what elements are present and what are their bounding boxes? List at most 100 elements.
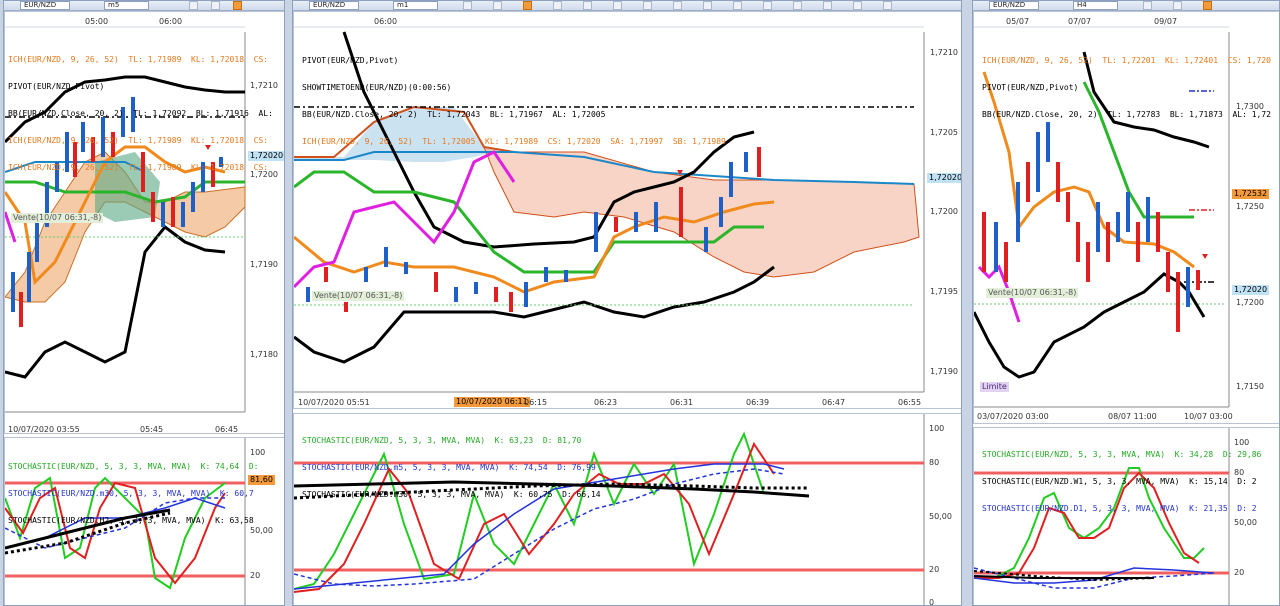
- legend-line: ICH(EUR/NZD, 9, 26, 52) TL: 1,71989 KL: …: [8, 55, 269, 64]
- stoch-axis-label: 100: [1234, 438, 1250, 447]
- stoch-axis-label: 50,00: [250, 526, 273, 535]
- indicator-legend: ICH(EUR/NZD, 9, 26, 52) TL: 1,72201 KL: …: [982, 38, 1271, 137]
- price-badge: 1,72532: [1232, 189, 1270, 199]
- stoch-axis-label: 80: [1234, 468, 1245, 477]
- stoch-axis-label: 100: [929, 424, 945, 433]
- order-tag[interactable]: Vente(10/07 06:31,-8): [312, 291, 405, 301]
- stoch-axis-label: 0: [929, 598, 935, 606]
- symbol-select[interactable]: EUR/NZD: [309, 1, 359, 10]
- legend-line: ICH(EUR/NZD, 9, 26, 52) TL: 1,72201 KL: …: [982, 56, 1271, 65]
- indicator-legend: PIVOT(EUR/NZD,Pivot) SHOWTIMETOEND(EUR/N…: [302, 38, 726, 164]
- price-panel[interactable]: 05/07 07/07 09/07 ICH(EUR/NZD, 9, 26, 52…: [973, 11, 1279, 424]
- toolbar-button[interactable]: [1173, 1, 1182, 10]
- legend-line: SHOWTIMETOEND(EUR/NZD)(0:00:56): [302, 83, 452, 92]
- stoch-legend: STOCHASTIC(EUR/NZD, 5, 3, 3, MVA, MVA) K…: [982, 432, 1261, 531]
- legend-line: STOCHASTIC(EUR/NZD.W1, 5, 3, 3, MVA, MVA…: [982, 477, 1257, 486]
- chart-window-middle: EUR/NZD m1 06:00 PIVOT(EUR/NZD,Pivot) SH…: [292, 0, 962, 606]
- price-axis-label: 1,7205: [930, 128, 958, 137]
- time-axis-label: 06:15: [524, 398, 548, 407]
- legend-line: STOCHASTIC(EUR/NZD, 5, 3, 3, MVA, MVA) K…: [302, 436, 582, 445]
- toolbar-button[interactable]: [823, 1, 832, 10]
- price-axis-label: 1,7190: [930, 367, 958, 376]
- stoch-value-badge: 81,60: [248, 475, 275, 485]
- legend-line: PIVOT(EUR/NZD,Pivot): [8, 82, 105, 91]
- price-panel[interactable]: 06:00 PIVOT(EUR/NZD,Pivot) SHOWTIMETOEND…: [293, 11, 961, 409]
- time-axis-label: 10/07 03:00: [1184, 412, 1233, 421]
- toolbar-button[interactable]: [703, 1, 712, 10]
- time-axis-label: 08/07 11:00: [1108, 412, 1157, 421]
- indicator-legend: ICH(EUR/NZD, 9, 26, 52) TL: 1,71989 KL: …: [8, 37, 273, 190]
- toolbar-button[interactable]: [643, 1, 652, 10]
- candle-mode-button[interactable]: [1203, 1, 1212, 10]
- toolbar-button[interactable]: [793, 1, 802, 10]
- chart-window-left: EUR/NZD m5 05:00 06:00 ICH(EUR/NZD, 9, 2…: [3, 0, 285, 606]
- legend-line: ICH(EUR/NZD, 9, 26, 52) TL: 1,71989 KL: …: [8, 163, 269, 172]
- time-axis-label: 10/07/2020 03:55: [8, 425, 80, 434]
- current-price-badge: 1,72020: [1232, 285, 1270, 295]
- legend-line: BB(EUR/NZD.Close, 20, 2) TL: 1,72043 BL:…: [302, 110, 606, 119]
- cursor-time-badge: 10/07/2020 06:11: [454, 397, 530, 407]
- legend-line: STOCHASTIC(EUR/NZD.m30, 5, 3, 3, MVA, MV…: [8, 489, 254, 498]
- toolbar: EUR/NZD m1: [293, 1, 961, 11]
- price-axis-label: 1,7200: [1236, 298, 1264, 307]
- candle-mode-button[interactable]: [233, 1, 242, 10]
- time-axis-label: 06:39: [746, 398, 770, 407]
- time-axis-label: 05:45: [140, 425, 164, 434]
- legend-line: BB(EUR/NZD.Close, 20, 2) TL: 1,72783 BL:…: [982, 110, 1271, 119]
- time-axis-label: 03/07/2020 03:00: [977, 412, 1049, 421]
- limit-tag[interactable]: Limite: [980, 382, 1009, 392]
- toolbar-button[interactable]: [493, 1, 502, 10]
- symbol-select[interactable]: EUR/NZD: [20, 1, 70, 10]
- price-axis-label: 1,7200: [930, 207, 958, 216]
- chart-window-right: EUR/NZD H4 05/07 07/07 09/07 ICH(EUR/NZD…: [972, 0, 1280, 606]
- stoch-axis-label: 80: [929, 458, 940, 467]
- symbol-select[interactable]: EUR/NZD: [989, 1, 1039, 10]
- toolbar-button[interactable]: [613, 1, 622, 10]
- toolbar: EUR/NZD m5: [4, 1, 284, 11]
- order-tag[interactable]: Vente(10/07 06:31,-8): [986, 288, 1079, 298]
- toolbar-button[interactable]: [853, 1, 862, 10]
- legend-line: PIVOT(EUR/NZD,Pivot): [302, 56, 399, 65]
- stochastic-panel[interactable]: STOCHASTIC(EUR/NZD, 5, 3, 3, MVA, MVA) K…: [973, 427, 1279, 605]
- legend-line: STOCHASTIC(EUR/NZD.m30, 5, 3, 3, MVA, MV…: [302, 490, 601, 499]
- time-axis-label: 06:45: [215, 425, 239, 434]
- legend-line: ICH(EUR/NZD, 9, 26, 52) TL: 1,72005 KL: …: [302, 137, 726, 146]
- price-axis-label: 1,7150: [1236, 382, 1264, 391]
- order-tag[interactable]: Vente(10/07 06:31,-8): [11, 213, 104, 223]
- toolbar-button[interactable]: [553, 1, 562, 10]
- toolbar-button[interactable]: [583, 1, 592, 10]
- toolbar-button[interactable]: [189, 1, 198, 10]
- toolbar-button[interactable]: [883, 1, 892, 10]
- timeframe-select[interactable]: H4: [1073, 1, 1118, 10]
- toolbar-button[interactable]: [1143, 1, 1152, 10]
- toolbar-button[interactable]: [733, 1, 742, 10]
- current-price-badge: 1,72020: [248, 151, 284, 161]
- toolbar-button[interactable]: [763, 1, 772, 10]
- price-axis-label: 1,7190: [250, 260, 278, 269]
- legend-line: STOCHASTIC(EUR/NZD.m5, 5, 3, 3, MVA, MVA…: [302, 463, 596, 472]
- legend-line: STOCHASTIC(EUR/NZD.H2, 5, 3, 3, MVA, MVA…: [8, 516, 254, 525]
- legend-line: ICH(EUR/NZD, 9, 26, 52) TL: 1,71989 KL: …: [8, 136, 269, 145]
- stochastic-panel[interactable]: STOCHASTIC(EUR/NZD, 5, 3, 3, MVA, MVA) K…: [293, 413, 961, 606]
- candles: [982, 122, 1200, 332]
- price-axis-label: 1,7180: [250, 350, 278, 359]
- toolbar-button[interactable]: [211, 1, 220, 10]
- stoch-legend: STOCHASTIC(EUR/NZD, 5, 3, 3, MVA, MVA) K…: [302, 418, 601, 517]
- price-panel[interactable]: 05:00 06:00 ICH(EUR/NZD, 9, 26, 52) TL: …: [4, 11, 284, 434]
- timeframe-select[interactable]: m1: [393, 1, 438, 10]
- stoch-legend: STOCHASTIC(EUR/NZD, 5, 3, 3, MVA, MVA) K…: [8, 444, 258, 543]
- legend-line: STOCHASTIC(EUR/NZD, 5, 3, 3, MVA, MVA) K…: [982, 450, 1262, 459]
- price-axis-label: 1,7200: [250, 170, 278, 179]
- price-axis-label: 1,7195: [930, 287, 958, 296]
- candle-mode-button[interactable]: [523, 1, 532, 10]
- price-axis-label: 1,7300: [1236, 102, 1264, 111]
- time-axis-label: 06:55: [898, 398, 922, 407]
- legend-line: STOCHASTIC(EUR/NZD.D1, 5, 3, 3, MVA, MVA…: [982, 504, 1257, 513]
- stochastic-panel[interactable]: STOCHASTIC(EUR/NZD, 5, 3, 3, MVA, MVA) K…: [4, 437, 284, 605]
- timeframe-select[interactable]: m5: [104, 1, 149, 10]
- current-price-badge: 1,72020: [927, 173, 961, 183]
- stoch-axis-label: 100: [250, 448, 266, 457]
- toolbar-button[interactable]: [673, 1, 682, 10]
- toolbar-button[interactable]: [463, 1, 472, 10]
- stoch-axis-label: 20: [929, 565, 940, 574]
